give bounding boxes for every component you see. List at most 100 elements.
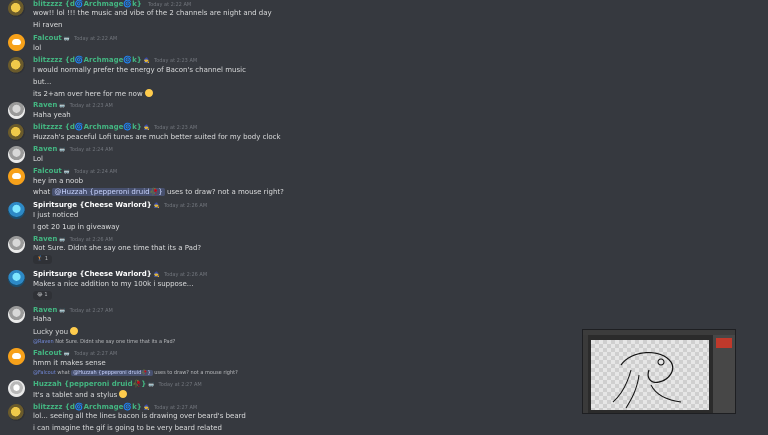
message-text: Huzzah's peaceful Lofi tunes are much be… [33, 133, 281, 141]
timestamp: Today at 2:22 AM [74, 36, 118, 42]
role-badge-icon: 🥽 [59, 308, 66, 314]
avatar[interactable] [8, 348, 25, 365]
emoji-icon [119, 390, 128, 398]
role-badge-icon: 🥽 [59, 237, 66, 243]
message-header: Huzzah {pepperoni druid🥀} 🥽 Today at 2:27 … [33, 380, 202, 388]
author-name[interactable]: blitzzzz {d🌀Archmage🌀k} [33, 123, 142, 131]
avatar[interactable] [8, 0, 25, 17]
color-swatch [716, 338, 732, 348]
timestamp: Today at 2:26 AM [163, 272, 208, 278]
avatar[interactable] [8, 236, 25, 253]
author-name[interactable]: Spiritsurge {Cheese Warlord} [33, 270, 152, 278]
author-name[interactable]: Spiritsurge {Cheese Warlord} [33, 201, 152, 209]
timestamp: Today at 2:23 AM [153, 125, 198, 131]
message-text: I would normally prefer the energy of Ba… [33, 66, 246, 74]
message-text: hey im a noob [33, 177, 84, 185]
message-header: Raven 🥽 Today at 2:27 AM [33, 306, 113, 314]
message-header: blitzzzz {d🌀Archmage🌀k} 🧙 Today at 2:23 AM [33, 123, 197, 131]
user-mention[interactable]: @Huzzah {pepperoni druid🥀} [71, 370, 153, 376]
sketch-drawing [612, 351, 682, 409]
avatar[interactable] [8, 102, 25, 119]
role-badge-icon: 🥽 [59, 103, 66, 109]
avatar[interactable] [8, 306, 25, 323]
message-text: Lucky you [33, 327, 79, 336]
message-header: Raven 🥽 Today at 2:23 AM [33, 101, 113, 109]
message-text: Makes a nice addition to my 100k i suppo… [33, 280, 194, 288]
role-badge-icon: 🧙 [153, 203, 160, 209]
message-text: Not Sure. Didnt she say one time that it… [33, 244, 202, 252]
author-name[interactable]: Raven [33, 306, 57, 314]
message-header: Spiritsurge {Cheese Warlord} 🧙 Today at 2:… [33, 270, 207, 278]
timestamp: Today at 2:24 AM [69, 147, 113, 153]
user-mention[interactable]: @Huzzah {pepperoni druid🥀} [52, 188, 165, 196]
author-name[interactable]: blitzzzz {d🌀Archmage🌀k} [33, 403, 142, 411]
role-badge-icon: 🥽 [59, 147, 66, 153]
role-badge-icon: 🧙 [153, 272, 160, 278]
role-badge-icon: 🥽 [63, 36, 71, 42]
message-text: Lol [33, 155, 44, 163]
author-name[interactable]: Raven [33, 235, 57, 243]
avatar[interactable] [8, 146, 25, 163]
avatar[interactable] [8, 270, 25, 287]
avatar[interactable] [8, 57, 25, 74]
message-text: I got 20 1up in giveaway [33, 223, 120, 231]
message-text: Haha yeah [33, 111, 71, 119]
author-name[interactable]: blitzzzz {d🌀Archmage🌀k} [33, 56, 142, 64]
timestamp: Today at 2:27 AM [153, 405, 198, 411]
timestamp: Today at 2:27 AM [158, 382, 202, 388]
chat-message-list: blitzzzz {d🌀Archmage🌀k} Today at 2:22 AM… [0, 0, 768, 435]
message-header: blitzzzz {d🌀Archmage🌀k} 🧙 Today at 2:27 AM [33, 403, 197, 411]
message-text: but... [33, 78, 52, 86]
role-badge-icon: 🧙 [143, 125, 150, 131]
message-text: wow!! lol !!! the music and vibe of the … [33, 9, 272, 17]
message-header: Falcout 🥽 Today at 2:27 AM [33, 349, 117, 357]
timestamp: Today at 2:22 AM [147, 2, 192, 8]
timestamp: Today at 2:26 AM [69, 237, 113, 243]
timestamp: Today at 2:24 AM [74, 169, 118, 175]
author-name[interactable]: Huzzah {pepperoni druid🥀} [33, 380, 146, 388]
author-name[interactable]: Raven [33, 145, 57, 153]
author-name[interactable]: blitzzzz {d🌀Archmage🌀k} [33, 0, 142, 8]
reply-preview[interactable]: @Falcout what @Huzzah {pepperoni druid🥀}… [33, 370, 238, 376]
author-name[interactable]: Falcout [33, 167, 62, 175]
message-header: Falcout 🥽 Today at 2:24 AM [33, 167, 117, 175]
avatar[interactable] [8, 124, 25, 141]
message-text: Hi raven [33, 21, 63, 29]
reply-preview[interactable]: @Raven Not Sure. Didnt she say one time … [33, 339, 175, 345]
role-badge-icon: 🥽 [63, 169, 71, 175]
avatar[interactable] [8, 202, 25, 219]
timestamp: Today at 2:27 AM [69, 308, 113, 314]
author-name[interactable]: Raven [33, 101, 57, 109]
attachment-image[interactable] [582, 329, 736, 414]
avatar[interactable] [8, 404, 25, 421]
avatar[interactable] [8, 34, 25, 51]
role-badge-icon: 🧙 [143, 405, 150, 411]
author-name[interactable]: Falcout [33, 349, 62, 357]
message-text: lol [33, 44, 42, 52]
message-header: Spiritsurge {Cheese Warlord} 🧙 Today at 2:… [33, 201, 207, 209]
role-badge-icon: 🧙 [143, 58, 150, 64]
emoji-icon [144, 89, 153, 97]
reply-text: Not Sure. Didnt she say one time that it… [55, 339, 176, 345]
message-text: hmm it makes sense [33, 359, 106, 367]
role-badge-icon: 🥽 [148, 382, 155, 388]
message-header: Raven 🥽 Today at 2:24 AM [33, 145, 113, 153]
avatar[interactable] [8, 380, 25, 397]
reply-author: @Raven [33, 339, 54, 345]
reaction-button[interactable]: 😂 1 [33, 291, 52, 300]
message-header: Raven 🥽 Today at 2:26 AM [33, 235, 113, 243]
reaction-button[interactable]: 🏌 1 [33, 255, 52, 264]
message-header: Falcout 🥽 Today at 2:22 AM [33, 34, 117, 42]
message-text: lol... seeing all the lines bacon is dra… [33, 412, 246, 420]
message-header: blitzzzz {d🌀Archmage🌀k} Today at 2:22 AM [33, 0, 191, 8]
message-text: what @Huzzah {pepperoni druid🥀} uses to … [33, 188, 284, 196]
emoji-icon [70, 327, 79, 335]
author-name[interactable]: Falcout [33, 34, 62, 42]
timestamp: Today at 2:27 AM [74, 351, 118, 357]
avatar[interactable] [8, 168, 25, 185]
message-text: I just noticed [33, 211, 79, 219]
timestamp: Today at 2:23 AM [69, 103, 113, 109]
message-text: Haha [33, 315, 52, 323]
tool-palette [583, 335, 588, 413]
timestamp: Today at 2:26 AM [163, 203, 208, 209]
